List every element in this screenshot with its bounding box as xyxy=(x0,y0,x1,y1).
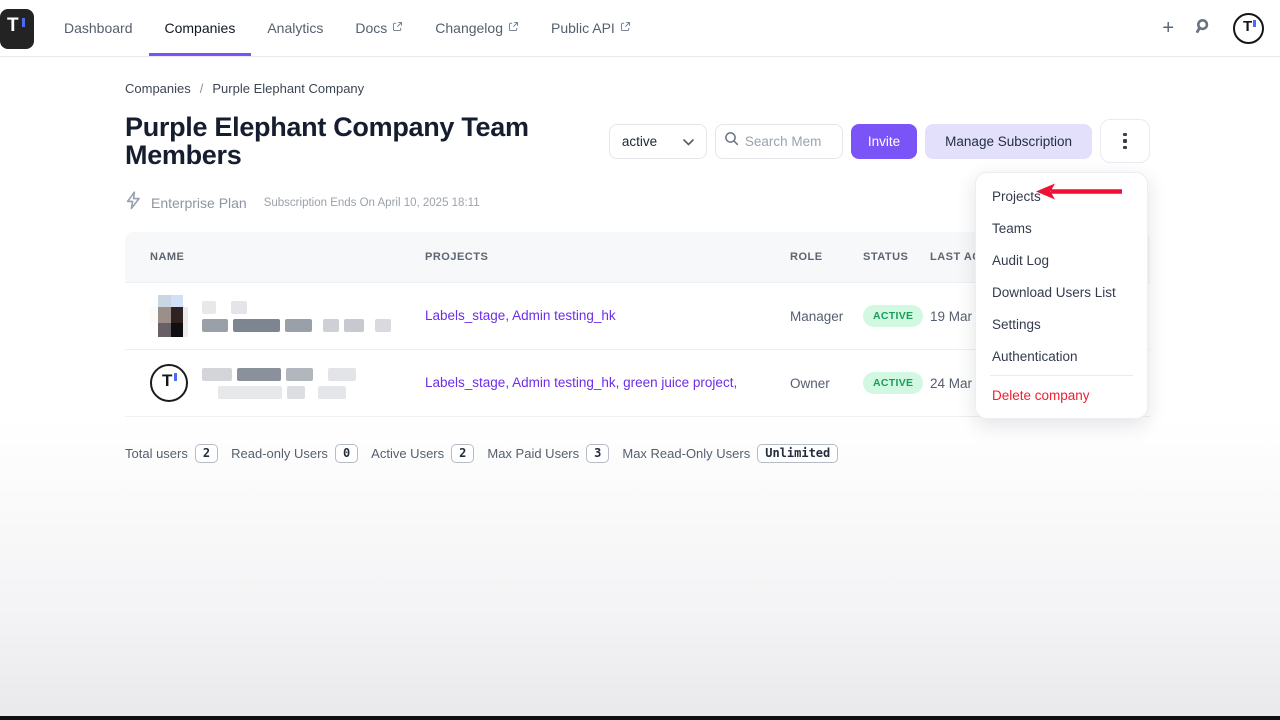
stat-value: 2 xyxy=(195,444,218,463)
status-badge: ACTIVE xyxy=(863,305,923,327)
redacted-name xyxy=(202,301,391,332)
top-nav: T Dashboard Companies Analytics Docs Cha… xyxy=(0,0,1280,57)
search-icon xyxy=(1194,17,1213,39)
projects-cell: Labels_stage, Admin testing_hk, green ju… xyxy=(425,374,790,392)
col-header-status: STATUS xyxy=(863,250,930,264)
nav-item-public-api[interactable]: Public API xyxy=(535,0,647,56)
avatar xyxy=(150,295,188,337)
member-search xyxy=(715,124,843,159)
avatar: T xyxy=(150,364,188,402)
kebab-icon xyxy=(1123,133,1127,137)
plan-name: Enterprise Plan xyxy=(151,195,247,211)
breadcrumb: Companies / Purple Elephant Company xyxy=(125,81,1150,96)
external-link-icon xyxy=(392,21,403,32)
breadcrumb-separator: / xyxy=(200,81,204,96)
stat-total-users: Total users 2 xyxy=(125,444,218,463)
user-stats-bar: Total users 2 Read-only Users 0 Active U… xyxy=(125,444,1150,463)
avatar-logo-tick xyxy=(1253,20,1256,27)
chevron-down-icon xyxy=(683,134,694,149)
plus-icon: + xyxy=(1162,18,1174,38)
status-filter-select[interactable]: active xyxy=(609,124,707,159)
status-badge: ACTIVE xyxy=(863,372,923,394)
page-header: Purple Elephant Company Team Members act… xyxy=(125,113,1150,169)
menu-item-delete-company[interactable]: Delete company xyxy=(976,379,1147,411)
app-logo[interactable]: T xyxy=(0,9,34,49)
stat-value: 3 xyxy=(586,444,609,463)
stat-value: Unlimited xyxy=(757,444,838,463)
menu-divider xyxy=(990,375,1133,376)
role-cell: Owner xyxy=(790,376,863,391)
col-header-projects: PROJECTS xyxy=(425,250,790,264)
nav-item-companies[interactable]: Companies xyxy=(149,0,252,56)
col-header-role: ROLE xyxy=(790,250,863,264)
menu-item-settings[interactable]: Settings xyxy=(976,308,1147,340)
menu-item-authentication[interactable]: Authentication xyxy=(976,340,1147,372)
status-cell: ACTIVE xyxy=(863,305,930,327)
more-options-button[interactable] xyxy=(1100,119,1150,163)
global-search-button[interactable] xyxy=(1194,17,1213,39)
nav-item-dashboard[interactable]: Dashboard xyxy=(48,0,149,56)
stat-value: 2 xyxy=(451,444,474,463)
role-cell: Manager xyxy=(790,309,863,324)
status-cell: ACTIVE xyxy=(863,372,930,394)
page-title: Purple Elephant Company Team Members xyxy=(125,113,580,169)
search-icon xyxy=(724,131,739,151)
add-button[interactable]: + xyxy=(1162,18,1174,38)
user-avatar[interactable]: T xyxy=(1233,13,1264,44)
menu-item-download-users-list[interactable]: Download Users List xyxy=(976,276,1147,308)
bottom-edge-bar xyxy=(0,716,1280,720)
manage-subscription-button[interactable]: Manage Subscription xyxy=(925,124,1092,159)
stat-max-readonly-users: Max Read-Only Users Unlimited xyxy=(622,444,838,463)
nav-item-changelog[interactable]: Changelog xyxy=(419,0,535,56)
menu-item-teams[interactable]: Teams xyxy=(976,212,1147,244)
stat-readonly-users: Read-only Users 0 xyxy=(231,444,358,463)
redacted-name xyxy=(202,368,356,399)
stat-active-users: Active Users 2 xyxy=(371,444,474,463)
project-links[interactable]: Labels_stage, Admin testing_hk xyxy=(425,308,628,323)
logo-tick-icon xyxy=(22,18,25,27)
nav-item-docs[interactable]: Docs xyxy=(339,0,419,56)
projects-cell: Labels_stage, Admin testing_hk xyxy=(425,307,790,325)
breadcrumb-current[interactable]: Purple Elephant Company xyxy=(212,81,364,96)
nav-item-analytics[interactable]: Analytics xyxy=(251,0,339,56)
subscription-end-date: Subscription Ends On April 10, 2025 18:1… xyxy=(264,197,480,209)
stat-max-paid-users: Max Paid Users 3 xyxy=(487,444,609,463)
invite-button[interactable]: Invite xyxy=(851,124,917,159)
member-name-cell: T xyxy=(125,364,425,402)
lightning-bolt-icon xyxy=(125,191,142,215)
external-link-icon xyxy=(508,21,519,32)
stat-value: 0 xyxy=(335,444,358,463)
col-header-name: NAME xyxy=(125,250,425,264)
external-link-icon xyxy=(620,21,631,32)
menu-item-projects[interactable]: Projects xyxy=(976,180,1147,212)
member-search-input[interactable] xyxy=(745,134,833,149)
status-filter-value: active xyxy=(622,134,657,149)
member-name-cell xyxy=(125,295,425,337)
primary-nav: Dashboard Companies Analytics Docs Chang… xyxy=(48,0,647,56)
page-actions: active Invite Manage Subscription xyxy=(609,113,1150,169)
logo-letter: T xyxy=(7,16,19,35)
company-options-menu: Projects Teams Audit Log Download Users … xyxy=(975,172,1148,419)
project-links[interactable]: Labels_stage, Admin testing_hk, green ju… xyxy=(425,375,749,390)
menu-item-audit-log[interactable]: Audit Log xyxy=(976,244,1147,276)
avatar-logo-letter: T xyxy=(1243,19,1252,34)
breadcrumb-companies[interactable]: Companies xyxy=(125,81,191,96)
nav-right-actions: + T xyxy=(1162,0,1280,56)
